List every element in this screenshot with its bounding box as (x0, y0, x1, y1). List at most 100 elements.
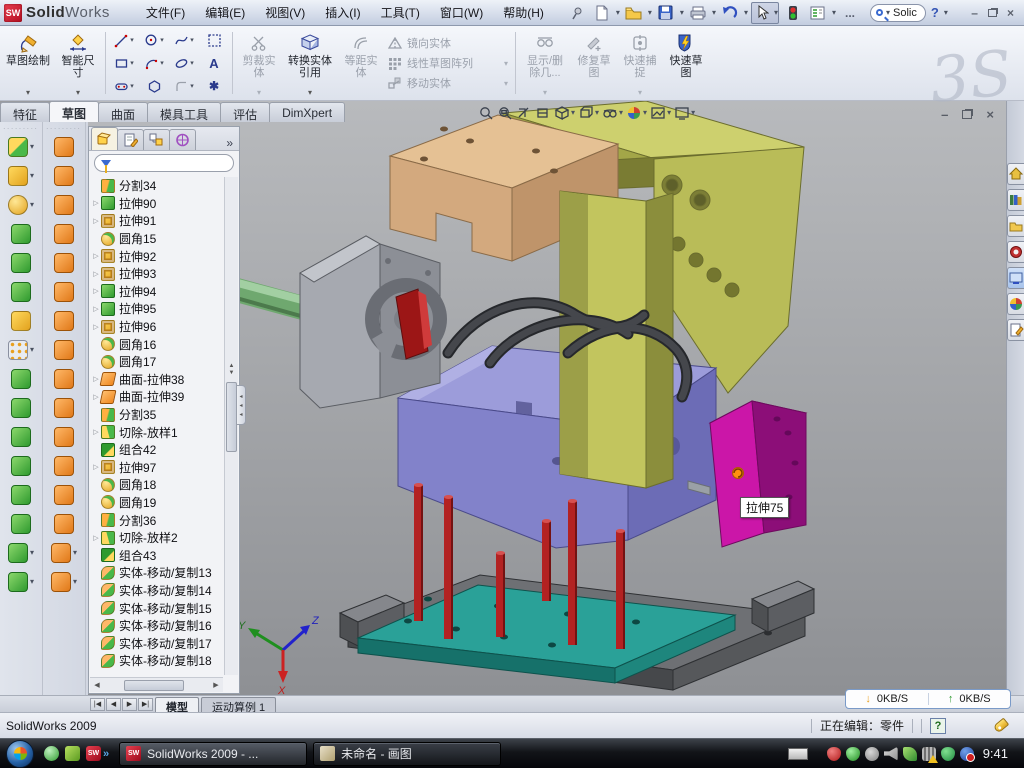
dropdown-caret[interactable]: ▾ (643, 109, 647, 117)
display-style-icon[interactable]: ▾ (554, 105, 575, 121)
selection-box-tool-icon[interactable] (199, 29, 229, 52)
hide-show-items-icon[interactable]: ▾ (602, 105, 623, 121)
menu-item-3[interactable]: 插入(I) (317, 1, 368, 24)
ribbon-tab-3[interactable]: 模具工具 (147, 102, 221, 122)
tree-item[interactable]: ▷曲面-拉伸39 (91, 388, 223, 406)
expander-icon[interactable]: ▷ (91, 463, 101, 471)
zoom-fit-icon[interactable] (478, 105, 494, 121)
launcher-quicklaunch-icon[interactable] (65, 746, 80, 761)
appearances-tab[interactable] (1007, 293, 1024, 315)
cube-g-tool-icon[interactable] (11, 248, 31, 277)
tree-item[interactable]: ▷拉伸95 (91, 300, 223, 318)
cube-yg-tool-icon[interactable]: ▾ (8, 132, 34, 161)
box-o-tool-icon[interactable] (54, 451, 74, 480)
dropdown-caret[interactable]: ▾ (30, 548, 34, 557)
u-o-tool-icon[interactable] (54, 480, 74, 509)
tree-item[interactable]: ▷拉伸90 (91, 195, 223, 213)
search-input[interactable]: Solic (893, 7, 917, 19)
wedge-g-tool-icon[interactable] (11, 277, 31, 306)
dropdown-caret[interactable]: ▾ (691, 109, 695, 117)
tree-item[interactable]: 分割36 (91, 511, 223, 529)
section-view-icon[interactable] (516, 105, 532, 121)
home-tab[interactable] (1007, 163, 1024, 185)
dropdown-caret[interactable]: ▾ (30, 171, 34, 180)
dropdown-caret[interactable]: ▾ (30, 577, 34, 586)
help-button[interactable]: ? (929, 5, 941, 20)
dropdown-caret[interactable]: ▾ (619, 109, 623, 117)
options-caret[interactable]: ▾ (832, 9, 836, 17)
dropdown-caret[interactable]: ▾ (30, 200, 34, 209)
dropdown-caret[interactable]: ▾ (30, 345, 34, 354)
point-tool-icon[interactable]: ✱ (199, 75, 229, 98)
tree-item[interactable]: 圆角19 (91, 494, 223, 512)
expander-icon[interactable]: ▷ (91, 287, 101, 295)
delete-o-tool-icon[interactable] (54, 422, 74, 451)
corner-g-tool-icon[interactable] (11, 219, 31, 248)
select-cursor-icon[interactable] (752, 3, 774, 23)
ribbon-tab-2[interactable]: 曲面 (98, 102, 148, 122)
overflow-icon[interactable]: ... (839, 3, 861, 23)
ribbon-tab-4[interactable]: 评估 (220, 102, 270, 122)
taskbar-window-0[interactable]: SWSolidWorks 2009 - ... (119, 742, 307, 766)
select-caret[interactable]: ▾ (774, 9, 778, 17)
convert-entities-caret[interactable]: ▾ (308, 88, 312, 97)
tree-horizontal-scrollbar[interactable]: ◀ ▶ (90, 677, 223, 692)
expander-icon[interactable]: ▷ (91, 305, 101, 313)
dropdown-caret[interactable]: ▾ (667, 109, 671, 117)
search-box[interactable]: ▾ Solic (870, 4, 926, 22)
view-settings-icon[interactable]: ▾ (674, 105, 695, 121)
tray-antivirus-shield-icon[interactable] (827, 747, 841, 761)
magenta-block-part[interactable] (710, 401, 806, 547)
print-icon[interactable] (687, 3, 709, 23)
tree-item[interactable]: ▷切除-放样2 (91, 529, 223, 547)
elbow-o-tool-icon[interactable] (54, 393, 74, 422)
tree-item[interactable]: 实体-移动/复制15 (91, 599, 223, 617)
tray-sync-status-icon[interactable] (960, 747, 974, 761)
smart-dimension-button[interactable]: 智能尺寸 ▾ (54, 28, 102, 98)
gray-clamp-part[interactable] (300, 236, 440, 408)
tree-item[interactable]: 实体-移动/复制14 (91, 582, 223, 600)
open-document-icon[interactable] (623, 3, 645, 23)
spline-tool-icon[interactable]: ▾ (169, 29, 199, 52)
tray-speaker-icon[interactable] (884, 747, 898, 761)
rapid-sketch-button[interactable]: 快速草图 (663, 28, 709, 98)
help-caret[interactable]: ▾ (944, 9, 948, 17)
new-document-caret[interactable]: ▾ (616, 9, 620, 17)
dimxpert-manager-tab[interactable] (169, 129, 196, 150)
arrow-g-tool-icon[interactable] (11, 509, 31, 538)
m-o-tool-icon[interactable] (54, 509, 74, 538)
apply-scene-icon[interactable]: ▾ (650, 105, 671, 121)
expander-icon[interactable]: ▷ (91, 217, 101, 225)
shear-g-tool-icon[interactable] (11, 480, 31, 509)
tree-item[interactable]: 组合42 (91, 441, 223, 459)
file-explorer-tab[interactable] (1007, 215, 1024, 237)
sketch-button[interactable]: 草图绘制 ▾ (2, 28, 54, 98)
resources-tab[interactable] (1007, 241, 1024, 263)
ribbon-tab-0[interactable]: 特征 (0, 102, 50, 122)
tray-leaf-icon[interactable] (903, 747, 917, 761)
blocks-g-tool-icon[interactable] (11, 393, 31, 422)
fill-o-tool-icon[interactable] (54, 335, 74, 364)
blocks-g-tool-icon[interactable] (11, 364, 31, 393)
menu-item-1[interactable]: 编辑(E) (197, 1, 253, 24)
new-document-icon[interactable] (591, 3, 613, 23)
expander-icon[interactable]: ▷ (91, 252, 101, 260)
tag-icon[interactable] (993, 718, 1010, 734)
tray-network-warning-icon[interactable] (922, 747, 936, 761)
options-checklist-icon[interactable] (807, 3, 829, 23)
blocks-g-tool-icon[interactable] (11, 422, 31, 451)
zoom-area-icon[interactable] (497, 105, 513, 121)
tree-item[interactable]: ▷拉伸96 (91, 318, 223, 336)
tree-item[interactable]: ▷切除-放样1 (91, 423, 223, 441)
menu-item-5[interactable]: 窗口(W) (432, 1, 491, 24)
horizontal-scroll-thumb[interactable] (124, 680, 184, 691)
edit-appearance-icon[interactable]: ▾ (626, 105, 647, 121)
motion-study-tab[interactable]: 运动算例 1 (201, 697, 276, 712)
sketch-fillet-tool-icon[interactable]: ▾ (169, 75, 199, 98)
save-icon[interactable] (655, 3, 677, 23)
undo-caret[interactable]: ▾ (744, 9, 748, 17)
taskbar-clock[interactable]: 9:41 (983, 746, 1008, 761)
dropdown-caret[interactable]: ▾ (571, 109, 575, 117)
dropdown-caret[interactable]: ▾ (30, 142, 34, 151)
smart-dimension-caret[interactable]: ▾ (76, 88, 80, 97)
